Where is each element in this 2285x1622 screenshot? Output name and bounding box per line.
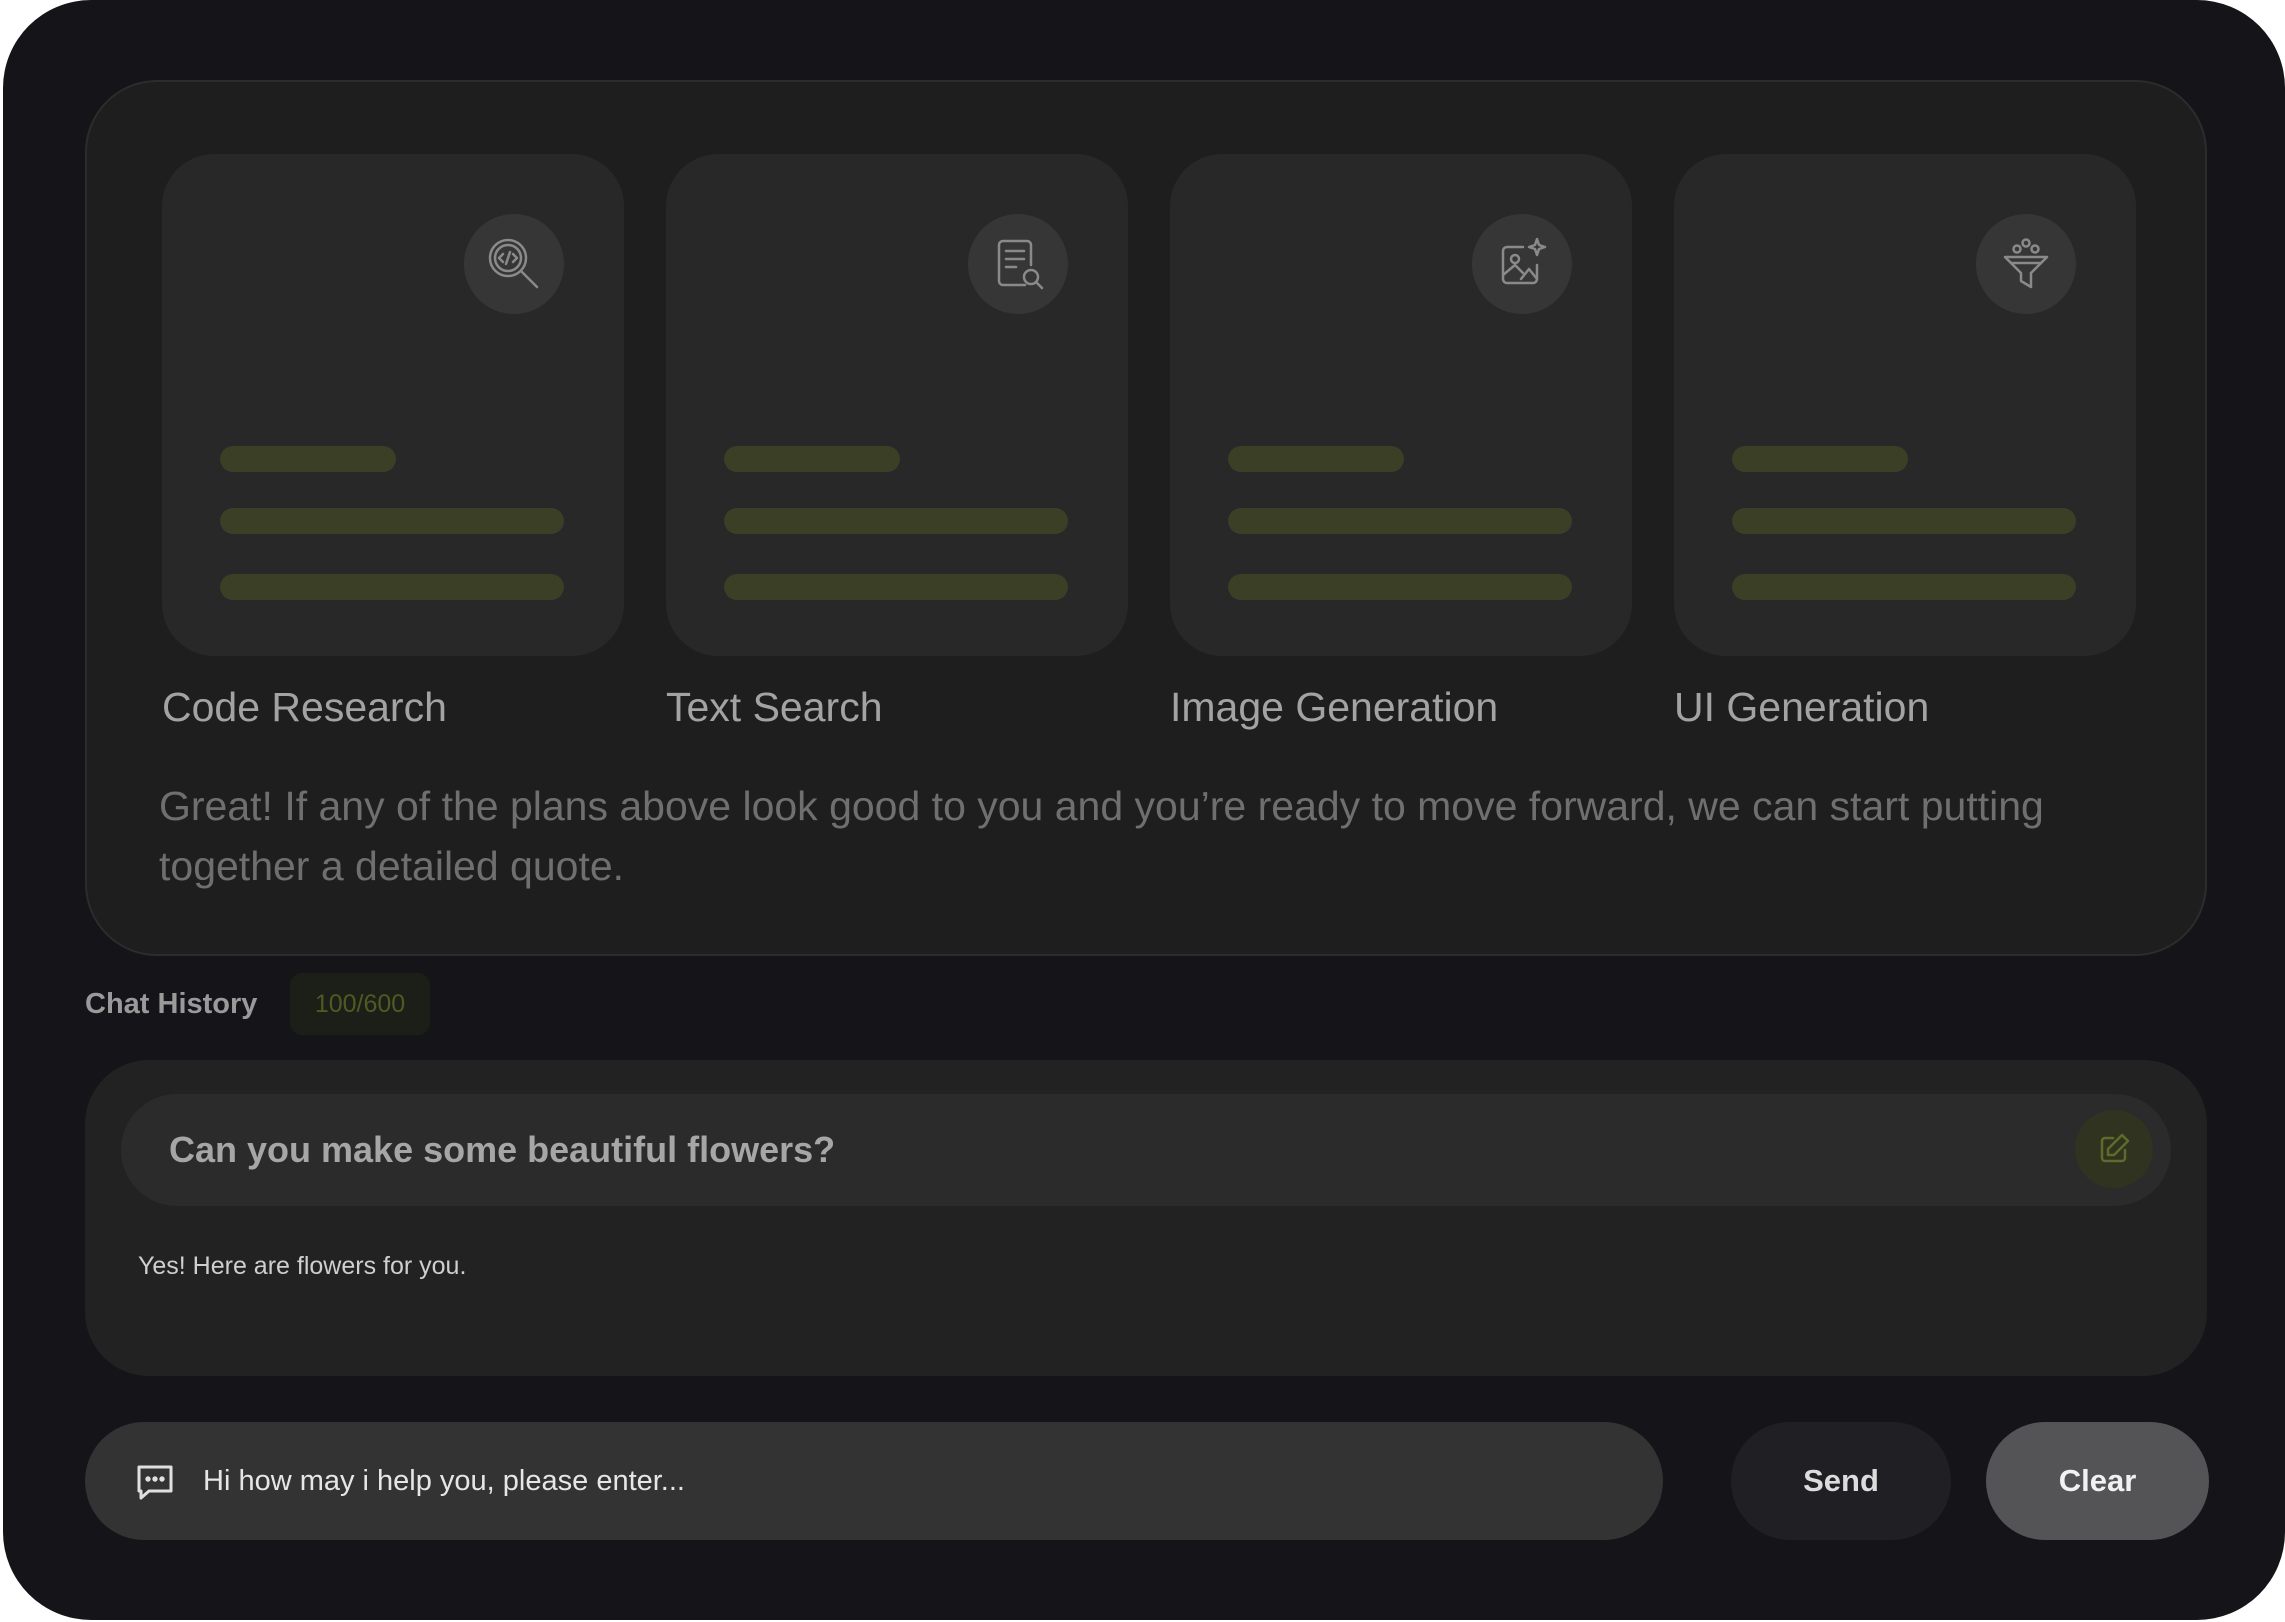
placeholder-bar: [1732, 446, 1908, 472]
message-input-field[interactable]: Hi how may i help you, please enter...: [85, 1422, 1663, 1540]
placeholder-bar: [724, 574, 1068, 600]
plans-panel: Code Research Text Search Image Generati…: [85, 80, 2207, 956]
filter-funnel-icon: [1976, 214, 2076, 314]
card-text-search[interactable]: [666, 154, 1128, 656]
user-message-text: Can you make some beautiful flowers?: [169, 1129, 836, 1170]
image-sparkle-icon: [1472, 214, 1572, 314]
card-image-generation[interactable]: [1170, 154, 1632, 656]
clear-button[interactable]: Clear: [1986, 1422, 2209, 1540]
placeholder-bar: [220, 508, 564, 534]
plans-description: Great! If any of the plans above look go…: [159, 783, 2044, 889]
document-search-icon: [968, 214, 1068, 314]
card-title: Text Search: [666, 684, 883, 730]
placeholder-bar: [220, 574, 564, 600]
placeholder-bar: [220, 446, 396, 472]
assistant-message-text: Yes! Here are flowers for you.: [138, 1252, 467, 1280]
edit-pencil-icon: [2100, 1133, 2130, 1163]
placeholder-bar: [1228, 446, 1404, 472]
chat-history-box: Can you make some beautiful flowers? Yes…: [85, 1060, 2207, 1376]
card-title: Code Research: [162, 684, 447, 730]
send-button[interactable]: Send: [1731, 1422, 1951, 1540]
placeholder-bar: [1732, 508, 2076, 534]
card-ui-generation[interactable]: [1674, 154, 2136, 656]
user-message: Can you make some beautiful flowers?: [121, 1094, 2171, 1206]
message-input-placeholder: Hi how may i help you, please enter...: [203, 1465, 685, 1497]
placeholder-bar: [1228, 574, 1572, 600]
placeholder-bar: [1732, 574, 2076, 600]
code-search-icon: [464, 214, 564, 314]
chat-bubble-icon: [137, 1465, 173, 1500]
card-title: UI Generation: [1674, 684, 1930, 730]
message-count-badge: 100/600: [290, 973, 430, 1035]
placeholder-bar: [724, 446, 900, 472]
edit-message-button[interactable]: [2075, 1110, 2153, 1188]
placeholder-bar: [724, 508, 1068, 534]
card-code-research[interactable]: [162, 154, 624, 656]
card-title: Image Generation: [1170, 684, 1499, 730]
app-frame: Code Research Text Search Image Generati…: [3, 0, 2285, 1620]
placeholder-bar: [1228, 508, 1572, 534]
chat-history-label: Chat History: [85, 988, 258, 1020]
